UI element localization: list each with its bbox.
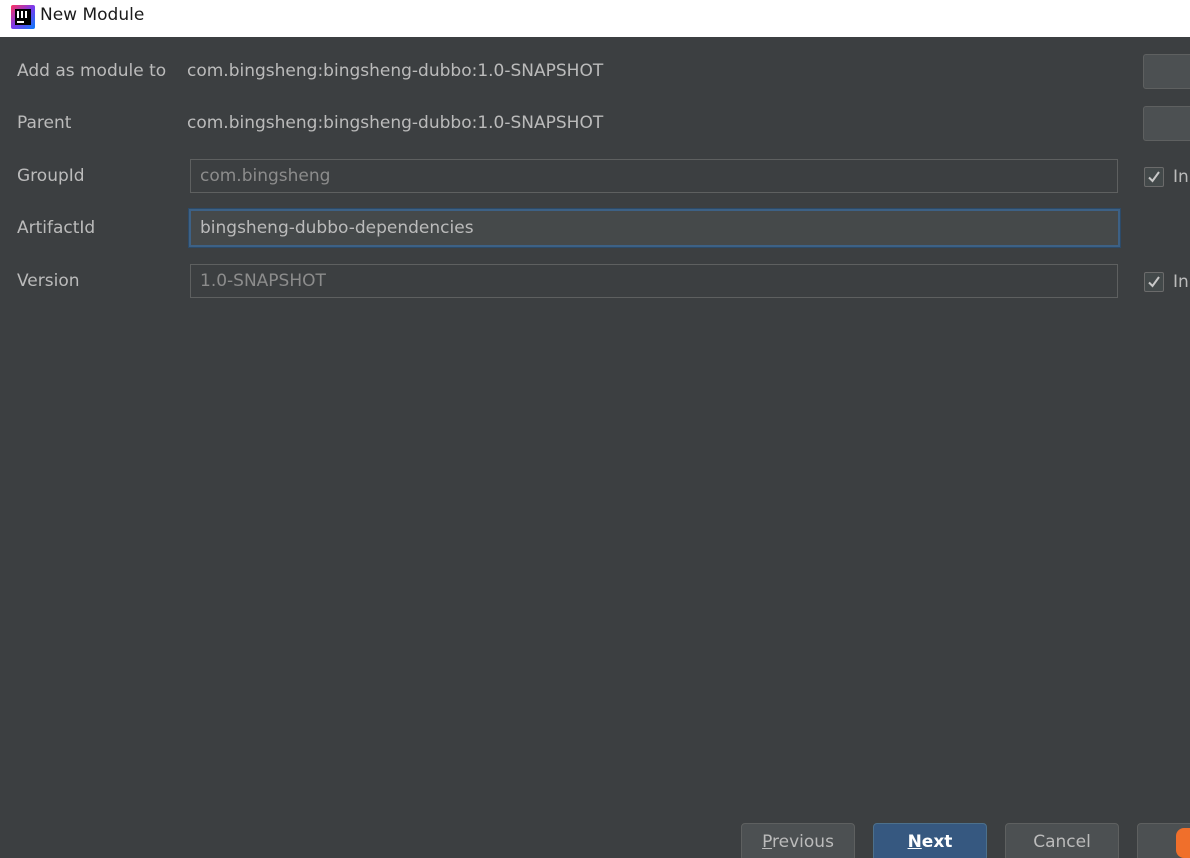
group-id-field[interactable] (190, 159, 1118, 193)
next-mnemonic: N (907, 832, 922, 852)
previous-label: revious (772, 832, 834, 852)
cancel-button[interactable]: Cancel (1005, 823, 1119, 858)
window-title: New Module (40, 5, 145, 25)
checkmark-icon (1148, 276, 1160, 288)
parent-value: com.bingsheng:bingsheng-dubbo:1.0-SNAPSH… (187, 113, 604, 133)
parent-browse-button[interactable] (1143, 106, 1190, 141)
version-inherit-label: In (1173, 272, 1189, 292)
group-id-inherit-label: In (1173, 167, 1189, 187)
version-inherit-checkbox[interactable] (1144, 272, 1164, 292)
add-as-module-to-browse-button[interactable] (1143, 54, 1190, 89)
checkmark-icon (1148, 171, 1160, 183)
group-id-inherit-checkbox[interactable] (1144, 167, 1164, 187)
add-as-module-to-value: com.bingsheng:bingsheng-dubbo:1.0-SNAPSH… (187, 61, 604, 81)
parent-label: Parent (17, 113, 72, 133)
previous-button[interactable]: Previous (741, 823, 855, 858)
add-as-module-to-label: Add as module to (17, 61, 167, 81)
notification-icon (1176, 828, 1190, 858)
version-label: Version (17, 271, 80, 291)
new-module-dialog: New Module Add as module to com.bingshen… (0, 0, 1190, 858)
version-field[interactable] (190, 264, 1118, 298)
title-bar: New Module (0, 0, 1190, 37)
artifact-id-label: ArtifactId (17, 218, 96, 238)
group-id-label: GroupId (17, 166, 85, 186)
next-label: ext (921, 832, 953, 852)
artifact-id-field[interactable] (189, 209, 1120, 247)
intellij-idea-icon (10, 4, 36, 30)
next-button[interactable]: Next (873, 823, 987, 858)
previous-mnemonic: P (762, 832, 773, 852)
